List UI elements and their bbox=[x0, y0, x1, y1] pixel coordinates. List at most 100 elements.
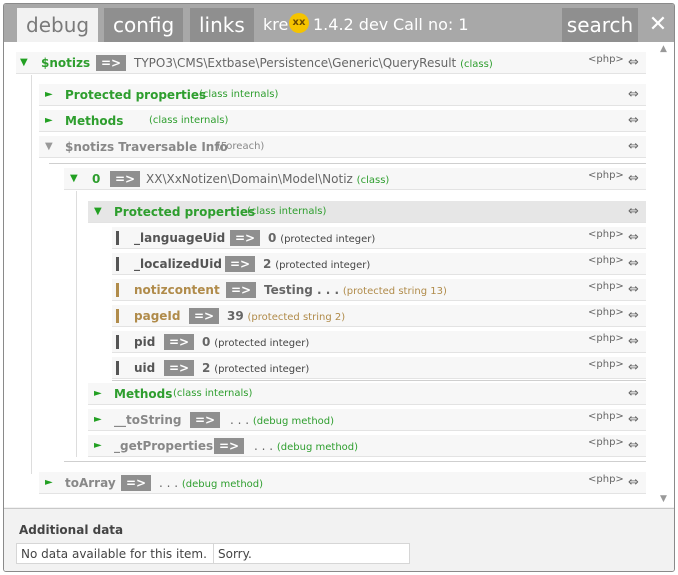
property-value: Testing . . . bbox=[264, 283, 340, 297]
type-label: (class internals) bbox=[247, 206, 327, 217]
property-marker bbox=[116, 283, 119, 297]
property-value: 0 bbox=[268, 231, 277, 245]
type-label: (Foreach) bbox=[217, 141, 265, 152]
property-row-uid[interactable]: uid => 2 (protected integer) <php> ⇔ bbox=[112, 357, 646, 379]
expand-icon[interactable]: ⇔ bbox=[628, 357, 639, 378]
expand-triangle-icon[interactable]: ► bbox=[45, 110, 53, 131]
type-label: (class internals) bbox=[199, 89, 279, 100]
collapse-triangle-icon[interactable]: ▼ bbox=[70, 168, 78, 189]
tree-row-item-0[interactable]: ▼ 0 => XX\XxNotizen\Domain\Model\Notiz (… bbox=[64, 168, 646, 190]
expand-icon[interactable]: ⇔ bbox=[628, 279, 639, 300]
tab-config[interactable]: config bbox=[104, 8, 184, 42]
tab-debug[interactable]: debug bbox=[17, 8, 99, 42]
property-name: _localizedUid bbox=[134, 257, 222, 271]
type-label: (protected integer) bbox=[214, 338, 310, 349]
property-row-pageid[interactable]: pageId => 39 (protected string 2) <php> … bbox=[112, 305, 646, 327]
php-code-button[interactable]: <php> bbox=[588, 227, 624, 246]
property-marker bbox=[116, 309, 119, 323]
tree-row-traversable-info[interactable]: ▼ $notizs Traversable Info (Foreach) ⇔ bbox=[39, 136, 646, 158]
expand-icon[interactable]: ⇔ bbox=[628, 472, 639, 493]
property-row-notizcontent[interactable]: notizcontent => Testing . . . (protected… bbox=[112, 279, 646, 301]
version-label: 1.4.2 dev bbox=[313, 15, 389, 34]
php-code-button[interactable]: <php> bbox=[588, 305, 624, 324]
collapse-triangle-icon[interactable]: ▼ bbox=[94, 201, 102, 222]
property-row-localizeduid[interactable]: _localizedUid => 2 (protected integer) <… bbox=[112, 253, 646, 275]
variable-name: $notizs bbox=[41, 56, 91, 70]
debug-tree: ▲ ▼ ▼ $notizs => TYPO3\CMS\Extbase\Persi… bbox=[4, 42, 674, 507]
method-value: . . . bbox=[230, 413, 250, 427]
type-label: (debug method) bbox=[276, 442, 359, 453]
tree-row-methods[interactable]: ► Methods (class internals) ⇔ bbox=[39, 110, 646, 132]
expand-triangle-icon[interactable]: ► bbox=[94, 409, 102, 430]
type-label: (class internals) bbox=[149, 115, 229, 126]
section-name: Protected properties bbox=[65, 88, 207, 102]
tree-guide-line bbox=[76, 191, 77, 457]
connector-arrow: => bbox=[164, 334, 195, 350]
property-row-languageuid[interactable]: _languageUid => 0 (protected integer) <p… bbox=[112, 227, 646, 249]
tree-row-protected-properties[interactable]: ► Protected properties (class internals)… bbox=[39, 84, 646, 106]
tab-links[interactable]: links bbox=[190, 8, 254, 42]
tree-row-notizs[interactable]: ▼ $notizs => TYPO3\CMS\Extbase\Persisten… bbox=[16, 52, 646, 74]
scroll-down-icon[interactable]: ▼ bbox=[660, 494, 667, 504]
connector-arrow: => bbox=[110, 171, 141, 187]
php-code-button[interactable]: <php> bbox=[588, 409, 624, 428]
expand-icon[interactable]: ⇔ bbox=[628, 136, 639, 157]
additional-data-sorry: Sorry. bbox=[213, 543, 410, 564]
type-label: (protected integer) bbox=[214, 364, 310, 375]
expand-icon[interactable]: ⇔ bbox=[628, 84, 639, 105]
expand-triangle-icon[interactable]: ► bbox=[94, 435, 102, 456]
method-name: _getProperties bbox=[114, 439, 214, 453]
property-row-pid[interactable]: pid => 0 (protected integer) <php> ⇔ bbox=[112, 331, 646, 353]
property-value: 0 bbox=[202, 335, 211, 349]
expand-triangle-icon[interactable]: ► bbox=[94, 383, 102, 404]
collapse-triangle-icon[interactable]: ▼ bbox=[20, 52, 28, 73]
expand-icon[interactable]: ⇔ bbox=[628, 253, 639, 274]
type-label: (debug method) bbox=[252, 416, 335, 427]
tree-row-protected-properties[interactable]: ▼ Protected properties (class internals)… bbox=[88, 201, 646, 223]
debug-window: debug config links kre xx 1.4.2 dev Call… bbox=[3, 3, 675, 572]
php-code-button[interactable]: <php> bbox=[588, 472, 624, 491]
call-number: Call no: 1 bbox=[393, 15, 469, 34]
expand-triangle-icon[interactable]: ► bbox=[45, 472, 53, 493]
divider bbox=[112, 380, 646, 381]
property-marker bbox=[116, 335, 119, 349]
expand-icon[interactable]: ⇔ bbox=[628, 409, 639, 430]
expand-icon[interactable]: ⇔ bbox=[628, 110, 639, 131]
search-button[interactable]: search bbox=[562, 8, 638, 42]
header-bar: debug config links kre xx 1.4.2 dev Call… bbox=[4, 4, 674, 42]
close-icon[interactable]: ✕ bbox=[644, 8, 672, 42]
method-name: toArray bbox=[65, 476, 116, 490]
method-value: . . . bbox=[254, 439, 274, 453]
expand-triangle-icon[interactable]: ► bbox=[45, 84, 53, 105]
property-value: 2 bbox=[263, 257, 272, 271]
tree-row-toarray[interactable]: ► toArray => . . . (debug method) <php> … bbox=[39, 472, 646, 494]
expand-icon[interactable]: ⇔ bbox=[628, 435, 639, 456]
expand-icon[interactable]: ⇔ bbox=[628, 305, 639, 326]
php-code-button[interactable]: <php> bbox=[588, 52, 624, 71]
scroll-up-icon[interactable]: ▲ bbox=[660, 44, 667, 54]
connector-arrow: => bbox=[230, 230, 261, 246]
tree-row-getproperties[interactable]: ► _getProperties => . . . (debug method)… bbox=[88, 435, 646, 457]
expand-icon[interactable]: ⇔ bbox=[628, 201, 639, 222]
php-code-button[interactable]: <php> bbox=[588, 357, 624, 376]
php-code-button[interactable]: <php> bbox=[588, 279, 624, 298]
php-code-button[interactable]: <php> bbox=[588, 253, 624, 272]
collapse-triangle-icon[interactable]: ▼ bbox=[45, 136, 53, 157]
connector-arrow: => bbox=[226, 282, 257, 298]
expand-icon[interactable]: ⇔ bbox=[628, 52, 639, 73]
php-code-button[interactable]: <php> bbox=[588, 435, 624, 454]
property-name: _languageUid bbox=[134, 231, 226, 245]
section-name: Methods bbox=[65, 114, 124, 128]
type-label: (protected integer) bbox=[275, 260, 371, 271]
php-code-button[interactable]: <php> bbox=[588, 168, 624, 187]
connector-arrow: => bbox=[225, 256, 256, 272]
expand-icon[interactable]: ⇔ bbox=[628, 331, 639, 352]
tree-row-methods[interactable]: ► Methods (class internals) ⇔ bbox=[88, 383, 646, 405]
expand-icon[interactable]: ⇔ bbox=[628, 227, 639, 248]
php-code-button[interactable]: <php> bbox=[588, 331, 624, 350]
type-label: (class) bbox=[356, 175, 390, 186]
expand-icon[interactable]: ⇔ bbox=[628, 383, 639, 404]
connector-arrow: => bbox=[96, 55, 127, 71]
tree-row-tostring[interactable]: ► __toString => . . . (debug method) <ph… bbox=[88, 409, 646, 431]
expand-icon[interactable]: ⇔ bbox=[628, 168, 639, 189]
